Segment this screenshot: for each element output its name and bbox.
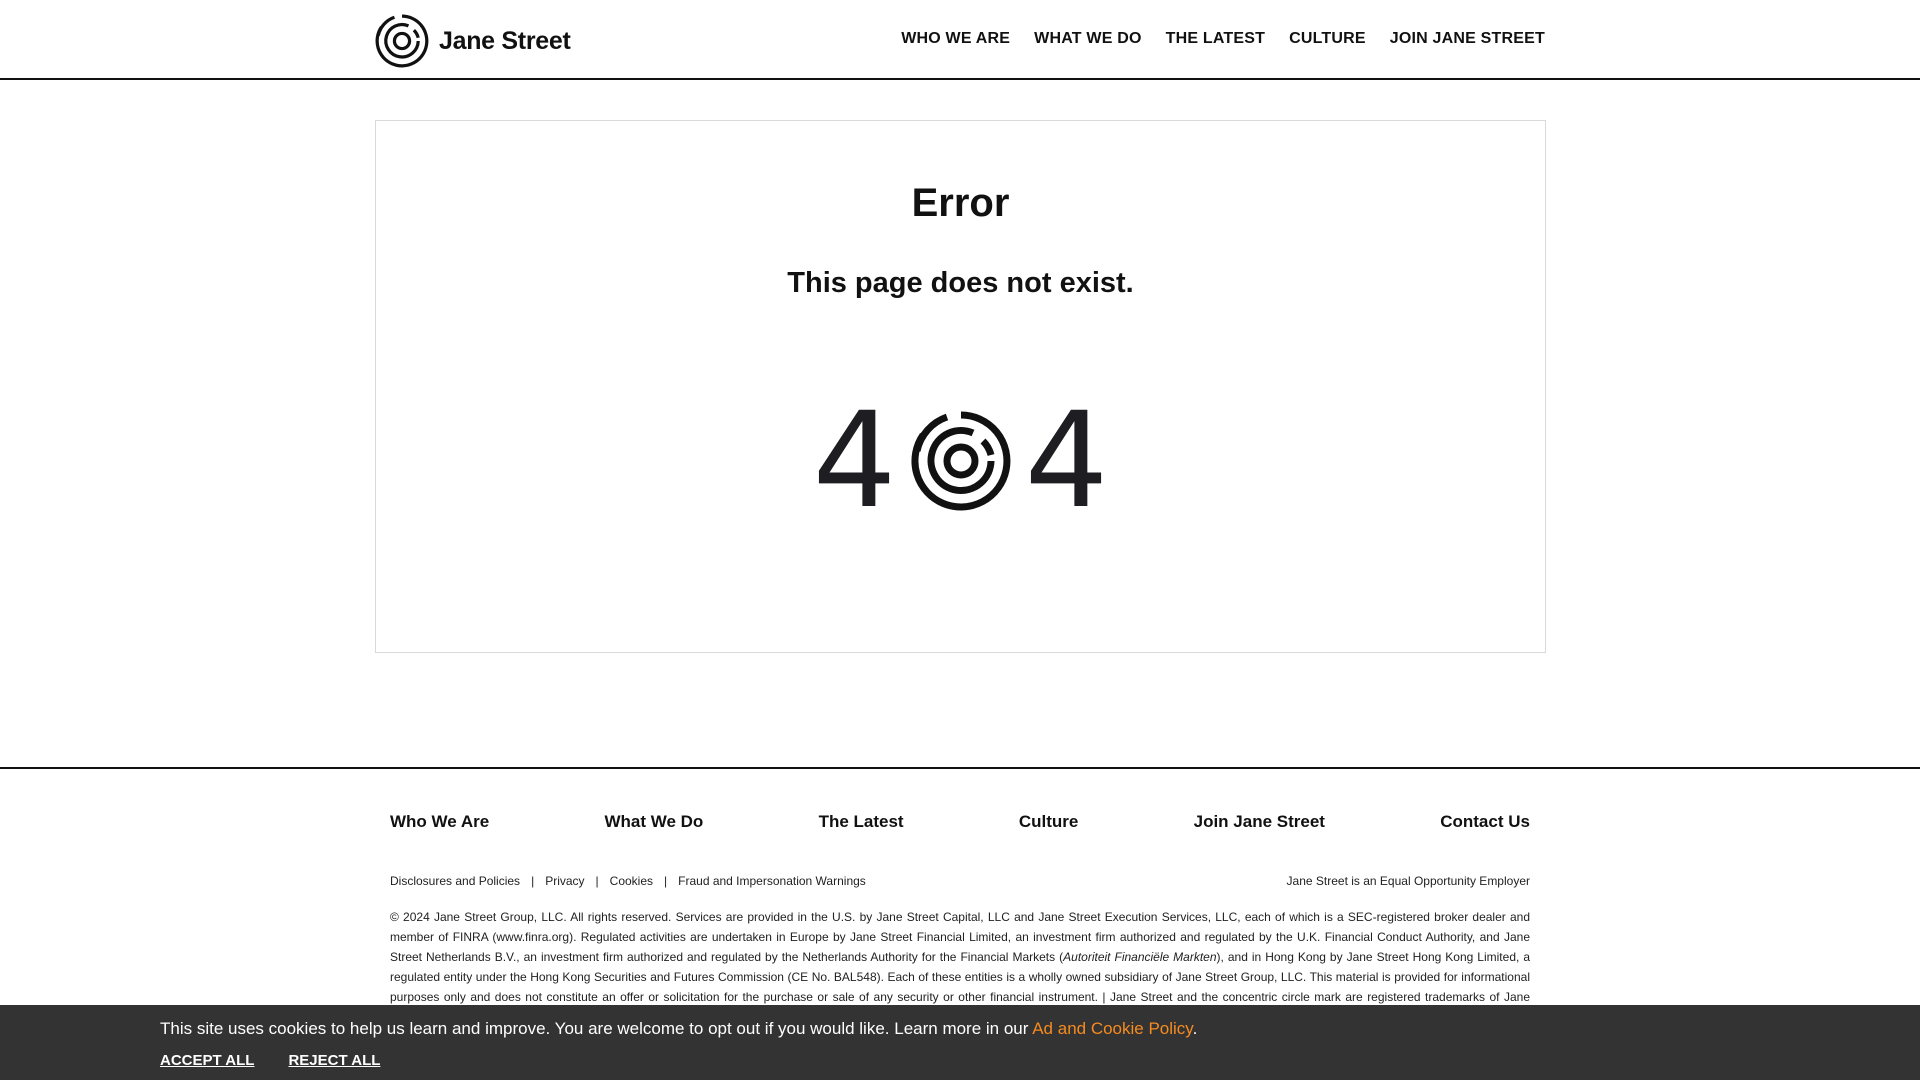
equal-opportunity-statement: Jane Street is an Equal Opportunity Empl… — [1286, 874, 1530, 888]
concentric-circle-logo-icon — [910, 411, 1011, 511]
legal-links: Disclosures and Policies | Privacy | Cookies… — [390, 874, 866, 888]
legal-link-cookies[interactable]: Cookies — [610, 874, 653, 888]
nav-what-we-do[interactable]: WHAT WE DO — [1034, 30, 1141, 48]
error-card: Error This page does not exist. 4 4 — [375, 120, 1546, 653]
footer-link-what-we-do[interactable]: What We Do — [604, 812, 703, 832]
cookie-policy-link[interactable]: Ad and Cookie Policy — [1032, 1019, 1192, 1038]
reject-all-button[interactable]: REJECT ALL — [288, 1052, 380, 1069]
legal-link-disclosures[interactable]: Disclosures and Policies — [390, 874, 520, 888]
error-code-digit-right: 4 — [1024, 384, 1109, 538]
cookie-message-text: This site uses cookies to help us learn … — [160, 1019, 1033, 1038]
cookie-message-period: . — [1192, 1019, 1198, 1038]
error-title: Error — [911, 181, 1010, 225]
footer-link-culture[interactable]: Culture — [1019, 812, 1079, 832]
footer-link-contact-us[interactable]: Contact Us — [1440, 812, 1530, 832]
nav-culture[interactable]: CULTURE — [1289, 30, 1366, 48]
cookie-message: This site uses cookies to help us learn … — [160, 1019, 1197, 1039]
legal-separator: | — [595, 874, 599, 888]
nav-the-latest[interactable]: THE LATEST — [1166, 30, 1265, 48]
logo-text: Jane Street — [439, 26, 571, 55]
main-nav: WHO WE ARE WHAT WE DO THE LATEST CULTURE… — [901, 30, 1545, 48]
site-header: Jane Street WHO WE ARE WHAT WE DO THE LA… — [0, 0, 1920, 80]
legal-separator: | — [664, 874, 668, 888]
footer-link-the-latest[interactable]: The Latest — [819, 812, 904, 832]
footer-link-join-jane-street[interactable]: Join Jane Street — [1194, 812, 1325, 832]
error-message: This page does not exist. — [787, 267, 1134, 299]
cookie-actions: ACCEPT ALL REJECT ALL — [160, 1052, 380, 1069]
error-code-404: 4 4 — [376, 391, 1545, 531]
footer-link-who-we-are[interactable]: Who We Are — [390, 812, 489, 832]
concentric-circle-logo-icon — [375, 14, 429, 68]
copyright-text-italic: Autoriteit Financiële Markten — [1063, 950, 1217, 964]
footer-nav: Who We Are What We Do The Latest Culture… — [390, 812, 1530, 832]
home-logo-link[interactable]: Jane Street — [375, 14, 571, 68]
legal-link-fraud-warnings[interactable]: Fraud and Impersonation Warnings — [678, 874, 866, 888]
cookie-banner: This site uses cookies to help us learn … — [0, 1005, 1920, 1080]
accept-all-button[interactable]: ACCEPT ALL — [160, 1052, 254, 1069]
nav-who-we-are[interactable]: WHO WE ARE — [901, 30, 1010, 48]
nav-join-jane-street[interactable]: JOIN JANE STREET — [1390, 30, 1545, 48]
legal-separator: | — [531, 874, 535, 888]
legal-link-privacy[interactable]: Privacy — [545, 874, 584, 888]
error-code-digit-left: 4 — [812, 384, 897, 538]
